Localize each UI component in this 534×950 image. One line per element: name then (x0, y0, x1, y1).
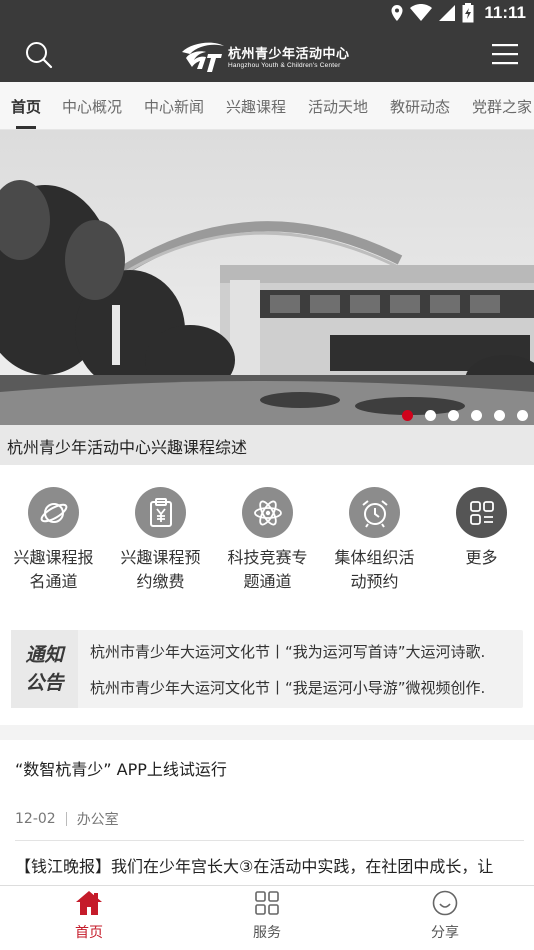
news-source: 办公室 (76, 812, 119, 828)
planet-icon (28, 487, 79, 538)
app-header: 杭州青少年活动中心 Hangzhou Youth & Children's Ce… (0, 28, 534, 82)
news-excerpt[interactable]: 【钱江晚报】我们在少年宫长大③在活动中实践，在社团中成长，让 (15, 854, 524, 880)
clipboard-yen-icon (135, 487, 186, 538)
center-logo[interactable]: 杭州青少年活动中心 Hangzhou Youth & Children's Ce… (180, 36, 360, 76)
notice-tag-line2: 公告 (25, 672, 64, 694)
nav-home[interactable]: 首页 (0, 890, 178, 942)
banner-caption[interactable]: 杭州青少年活动中心兴趣课程综述 (0, 425, 534, 465)
notice-item[interactable]: 杭州市青少年大运河文化节丨“我为运河写首诗”大运河诗歌. (90, 641, 522, 662)
nav-label: 服务 (253, 925, 281, 941)
service-label: 科技竞赛专题通道 (227, 548, 308, 591)
more-grid-icon (456, 487, 507, 538)
service-label: 兴趣课程预约缴费 (120, 548, 201, 591)
service-tech-competition[interactable]: 科技竞赛专题通道 (214, 487, 321, 594)
nav-services[interactable]: 服务 (178, 890, 356, 942)
tab-interest-courses[interactable]: 兴趣课程 (226, 96, 286, 117)
banner-image (0, 130, 534, 425)
logo-english-name: Hangzhou Youth & Children's Center (228, 62, 341, 69)
tab-center-news[interactable]: 中心新闻 (144, 96, 204, 117)
status-bar: 11:11 (0, 0, 534, 28)
logo-mark-icon (182, 42, 224, 72)
service-group-booking[interactable]: 集体组织活动预约 (321, 487, 428, 594)
grid-icon (255, 891, 279, 915)
nav-label: 分享 (431, 925, 459, 941)
search-icon[interactable] (24, 40, 54, 70)
meta-divider (65, 812, 67, 826)
atom-icon (242, 487, 293, 538)
carousel-dot[interactable] (471, 410, 482, 421)
nav-share[interactable]: 分享 (356, 890, 534, 942)
tab-party-home[interactable]: 党群之家 (472, 96, 532, 117)
location-icon (391, 5, 403, 21)
nav-label: 首页 (75, 925, 103, 941)
news-list: “数智杭青少” APP上线试运行 12-02 办公室 【钱江晚报】我们在少年宫长… (0, 740, 534, 885)
signal-icon (439, 5, 456, 21)
notice-section: 通知 公告 杭州市青少年大运河文化节丨“我为运河写首诗”大运河诗歌. 杭州市青少… (0, 613, 534, 725)
notice-board: 通知 公告 杭州市青少年大运河文化节丨“我为运河写首诗”大运河诗歌. 杭州市青少… (11, 630, 523, 708)
notice-item[interactable]: 杭州市青少年大运河文化节丨“我是运河小导游”微视频创作. (90, 677, 522, 698)
menu-icon[interactable] (492, 42, 518, 66)
tab-activities[interactable]: 活动天地 (308, 96, 368, 117)
banner-carousel[interactable] (0, 130, 534, 425)
tab-home[interactable]: 首页 (11, 96, 41, 117)
service-label: 更多 (465, 548, 498, 567)
service-shortcuts: 兴趣课程报名通道 兴趣课程预约缴费 科技竞赛专题通道 集体组织活动预约 更多 (0, 465, 534, 613)
battery-icon (462, 3, 474, 23)
news-meta: 12-02 办公室 (15, 809, 119, 829)
clock: 11:11 (484, 3, 526, 22)
logo-chinese-name: 杭州青少年活动中心 (228, 47, 350, 62)
service-label: 集体组织活动预约 (334, 548, 415, 591)
divider (15, 840, 524, 841)
tab-teaching-research[interactable]: 教研动态 (390, 96, 450, 117)
carousel-dot[interactable] (448, 410, 459, 421)
notice-tag: 通知 公告 (11, 630, 78, 708)
service-label: 兴趣课程报名通道 (13, 548, 94, 591)
home-icon (76, 891, 102, 915)
news-date: 12-02 (15, 811, 56, 827)
carousel-dot[interactable] (425, 410, 436, 421)
carousel-indicators (402, 410, 528, 421)
tab-center-overview[interactable]: 中心概况 (62, 96, 122, 117)
carousel-dot[interactable] (402, 410, 413, 421)
service-more[interactable]: 更多 (428, 487, 534, 570)
news-title[interactable]: “数智杭青少” APP上线试运行 (15, 756, 227, 780)
active-tab-indicator (16, 126, 36, 129)
status-icons: 11:11 (390, 3, 526, 23)
notice-tag-line1: 通知 (25, 644, 64, 666)
carousel-dot[interactable] (517, 410, 528, 421)
smile-icon (432, 890, 458, 916)
bottom-navigation: 首页 服务 分享 (0, 885, 534, 950)
alarm-clock-icon (349, 487, 400, 538)
wifi-icon (410, 4, 433, 21)
service-course-registration[interactable]: 兴趣课程报名通道 (0, 487, 107, 594)
service-course-payment[interactable]: 兴趣课程预约缴费 (107, 487, 214, 594)
category-tabs: 首页 中心概况 中心新闻 兴趣课程 活动天地 教研动态 党群之家 (0, 82, 534, 130)
carousel-dot[interactable] (494, 410, 505, 421)
